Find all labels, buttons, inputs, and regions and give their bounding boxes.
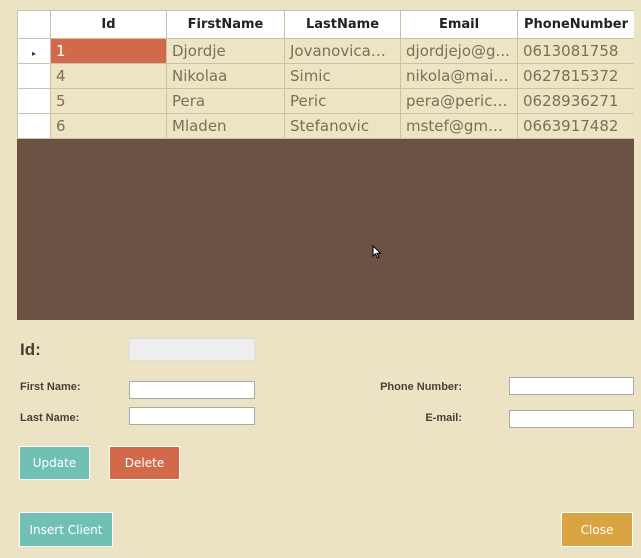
- header-corner[interactable]: [17, 10, 51, 39]
- row-header[interactable]: [17, 63, 51, 89]
- cell-firstname[interactable]: Djordje: [166, 38, 285, 64]
- id-label: Id:: [20, 340, 41, 359]
- cell-firstname[interactable]: Nikolaa: [166, 63, 285, 89]
- cell-lastname[interactable]: Stefanovic: [284, 113, 401, 139]
- update-button[interactable]: Update: [19, 446, 90, 480]
- cell-lastname[interactable]: Peric: [284, 88, 401, 114]
- close-button[interactable]: Close: [561, 512, 633, 547]
- column-header-lastname[interactable]: LastName: [284, 10, 401, 39]
- row-header[interactable]: [17, 113, 51, 139]
- id-field[interactable]: [129, 338, 255, 361]
- cell-lastname[interactable]: Jovanovicaaaa: [284, 38, 401, 64]
- current-row-arrow-icon: ▸: [31, 49, 36, 58]
- table-row[interactable]: 4 Nikolaa Simic nikola@mail.... 06278153…: [17, 63, 634, 89]
- table-row[interactable]: ▸ 1 Djordje Jovanovicaaaa djordjejo@g...…: [17, 38, 634, 64]
- column-header-id[interactable]: Id: [50, 10, 167, 39]
- cell-id[interactable]: 4: [50, 63, 167, 89]
- cell-id[interactable]: 6: [50, 113, 167, 139]
- phone-number-field[interactable]: [509, 377, 634, 395]
- clients-data-grid[interactable]: Id FirstName LastName Email PhoneNumber …: [17, 10, 634, 320]
- phone-number-label: Phone Number:: [380, 381, 462, 393]
- cell-phonenumber[interactable]: 0627815372: [517, 63, 634, 89]
- cell-email[interactable]: nikola@mail....: [400, 63, 518, 89]
- cell-lastname[interactable]: Simic: [284, 63, 401, 89]
- first-name-field[interactable]: [129, 381, 255, 399]
- cell-phonenumber[interactable]: 0613081758: [517, 38, 634, 64]
- cell-email[interactable]: mstef@gmail....: [400, 113, 518, 139]
- first-name-label: First Name:: [20, 381, 81, 393]
- column-header-firstname[interactable]: FirstName: [166, 10, 285, 39]
- insert-client-button[interactable]: Insert Client: [19, 512, 113, 547]
- last-name-field[interactable]: [129, 407, 255, 425]
- cell-phonenumber[interactable]: 0628936271: [517, 88, 634, 114]
- cell-id[interactable]: 1: [50, 38, 167, 64]
- last-name-label: Last Name:: [20, 412, 80, 424]
- cell-firstname[interactable]: Pera: [166, 88, 285, 114]
- mouse-pointer-icon: [372, 245, 382, 259]
- column-header-phonenumber[interactable]: PhoneNumber: [517, 10, 634, 39]
- cell-email[interactable]: djordjejo@g...: [400, 38, 518, 64]
- email-field[interactable]: [509, 410, 634, 428]
- clients-table: Id FirstName LastName Email PhoneNumber …: [17, 10, 634, 139]
- row-header[interactable]: ▸: [17, 38, 51, 64]
- cell-phonenumber[interactable]: 0663917482: [517, 113, 634, 139]
- cell-id[interactable]: 5: [50, 88, 167, 114]
- cell-email[interactable]: pera@peric.c...: [400, 88, 518, 114]
- delete-button[interactable]: Delete: [109, 446, 180, 480]
- table-row[interactable]: 6 Mladen Stefanovic mstef@gmail.... 0663…: [17, 113, 634, 139]
- row-header[interactable]: [17, 88, 51, 114]
- email-label: E-mail:: [425, 412, 462, 424]
- column-header-email[interactable]: Email: [400, 10, 518, 39]
- table-row[interactable]: 5 Pera Peric pera@peric.c... 0628936271: [17, 88, 634, 114]
- header-row: Id FirstName LastName Email PhoneNumber: [17, 10, 634, 39]
- cell-firstname[interactable]: Mladen: [166, 113, 285, 139]
